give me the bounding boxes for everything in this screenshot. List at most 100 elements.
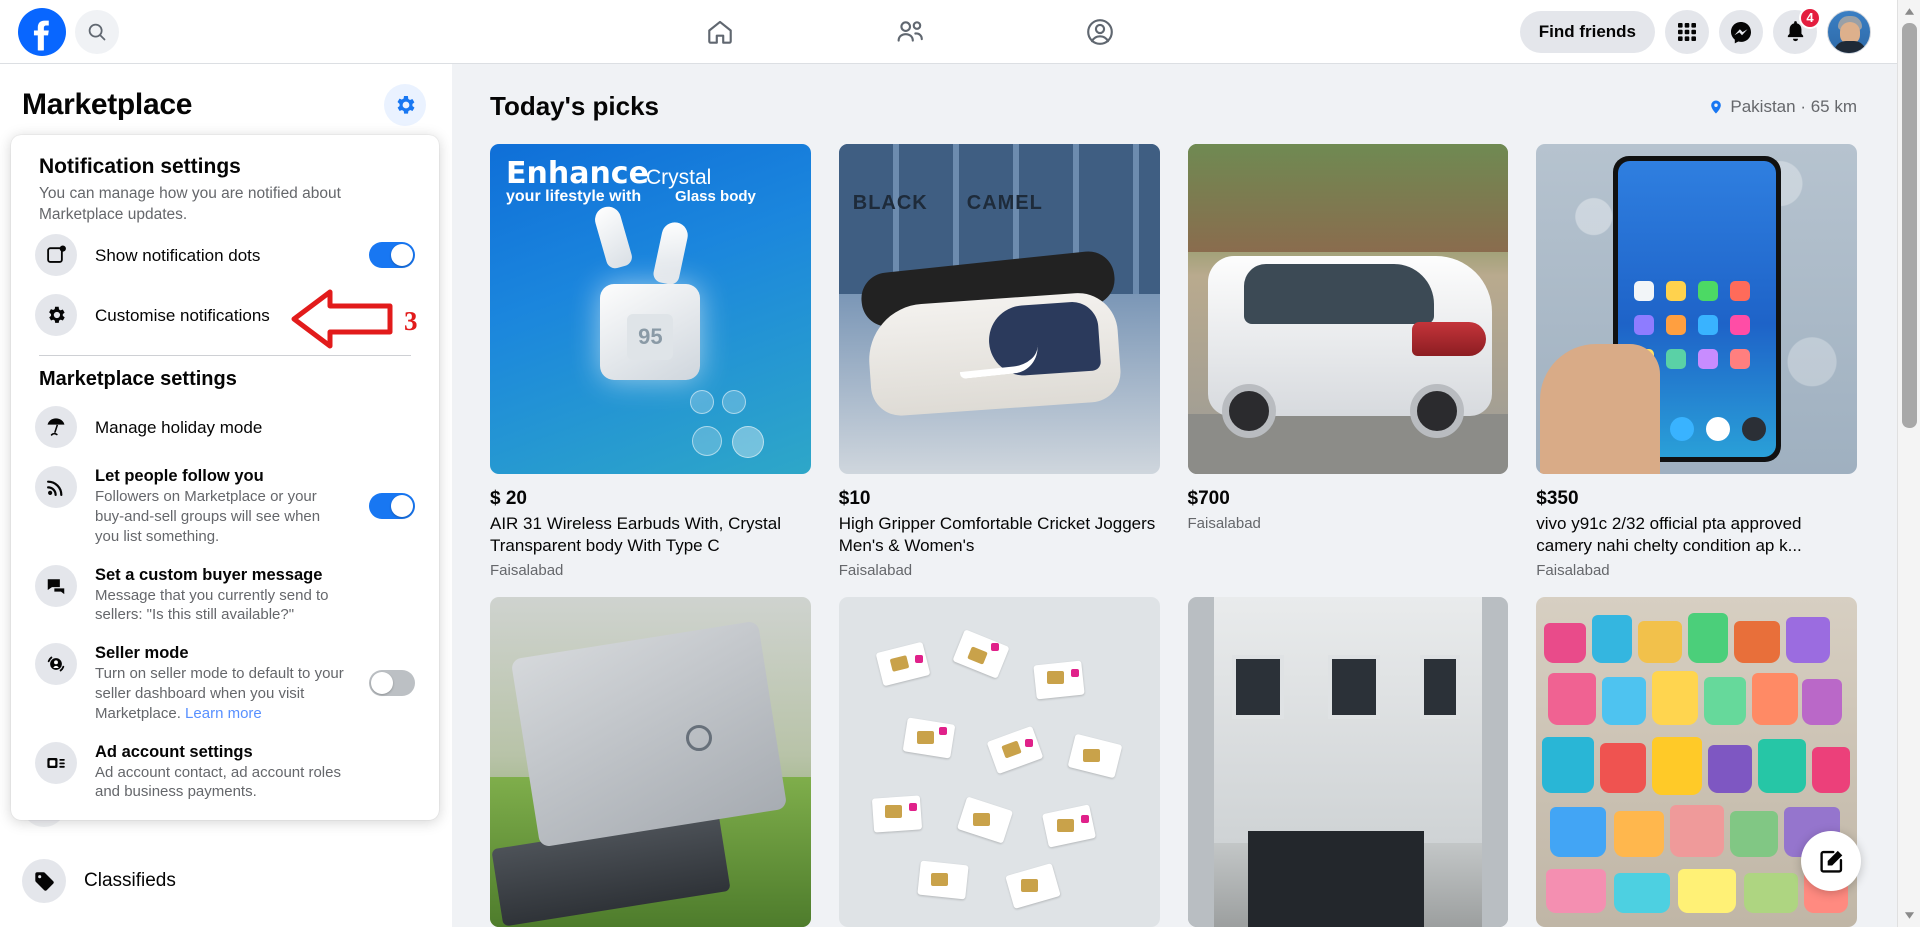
setting-manage-holiday-mode[interactable]: Manage holiday mode	[11, 397, 439, 457]
listing-image[interactable]	[1536, 144, 1857, 474]
location-label: Pakistan · 65 km	[1730, 97, 1857, 116]
marketplace-main-content: Today's picks Pakistan · 65 km Enhance y…	[452, 64, 1897, 927]
listing-image[interactable]: BLACK CAMEL	[838, 144, 1160, 474]
car-taillight	[1412, 322, 1487, 356]
avatar[interactable]	[1827, 9, 1871, 54]
setting-body: Manage holiday mode	[95, 417, 415, 438]
notifications-badge: 4	[1799, 6, 1821, 29]
car-wheel	[1410, 384, 1465, 438]
marketplace-settings-button[interactable]	[384, 84, 426, 126]
listing-location: Faisalabad	[490, 561, 564, 579]
create-new-listing-button[interactable]	[1801, 831, 1861, 891]
setting-body: Show notification dots	[95, 245, 347, 266]
sidebar-item-classifieds[interactable]: Classifieds	[0, 859, 452, 903]
listing-image[interactable]	[838, 596, 1160, 927]
setting-seller-mode[interactable]: Seller mode Turn on seller mode to defau…	[11, 634, 439, 732]
listing-price: $350	[1536, 488, 1579, 509]
image-text-line4: Glass body	[675, 188, 756, 205]
topbar-nav-tabs	[300, 8, 1520, 56]
rss-icon	[35, 466, 77, 509]
learn-more-link[interactable]: Learn more	[185, 705, 262, 722]
setting-ad-account-settings[interactable]: Ad account settings Ad account contact, …	[11, 733, 439, 812]
location-pin-icon	[1711, 100, 1722, 114]
apps-menu-button[interactable]	[1665, 9, 1709, 54]
section-title: Today's picks	[490, 91, 659, 121]
ad-account-icon	[35, 741, 77, 784]
listing-image[interactable]: Enhance your lifestyle with Crystal Glas…	[490, 144, 811, 474]
find-friends-button[interactable]: Find friends	[1519, 10, 1655, 53]
show-notification-dots-toggle[interactable]	[369, 242, 415, 269]
search-icon	[88, 23, 106, 40]
marketplace-header: Marketplace	[0, 64, 452, 138]
listing-card[interactable]: BLACK CAMEL $10 High Gripper Comfortable…	[838, 144, 1160, 579]
notifications-button[interactable]: 4	[1773, 6, 1821, 54]
setting-body: Seller mode Turn on seller mode to defau…	[95, 643, 347, 723]
home-icon	[708, 20, 732, 44]
setting-description: Ad account contact, ad account roles and…	[95, 763, 341, 801]
setting-body: Set a custom buyer message Message that …	[95, 565, 415, 626]
listing-title: vivo y91c 2/32 official pta approved cam…	[1536, 514, 1802, 555]
nav-profile-tab[interactable]	[1064, 8, 1136, 56]
listing-price: $10	[838, 488, 871, 509]
earbud-left	[591, 203, 635, 271]
listing-card[interactable]	[1187, 596, 1509, 927]
location-indicator[interactable]: Pakistan · 65 km	[1708, 97, 1857, 117]
let-people-follow-you-toggle[interactable]	[369, 493, 415, 520]
listing-price: $700	[1187, 488, 1230, 509]
setting-description: Followers on Marketplace or your buy-and…	[95, 488, 321, 545]
nav-home-tab[interactable]	[684, 8, 756, 56]
page-root: Find friends 4 Marketplace Classifieds N…	[0, 0, 1920, 927]
search-button[interactable]	[75, 9, 119, 54]
marketplace-settings-dropdown: Notification settings You can manage how…	[11, 135, 439, 820]
scrollbar-thumb[interactable]	[1902, 23, 1917, 428]
topbar-left-group	[0, 7, 300, 56]
beach-umbrella-icon	[35, 406, 77, 449]
house-window	[1419, 654, 1460, 719]
listing-card[interactable]: $700 Faisalabad	[1187, 144, 1509, 579]
listing-image[interactable]	[490, 596, 811, 927]
listing-card[interactable]: $350 vivo y91c 2/32 official pta approve…	[1536, 144, 1857, 579]
setting-let-people-follow-you[interactable]: Let people follow you Followers on Marke…	[11, 457, 439, 555]
listing-card[interactable]	[838, 596, 1160, 927]
scrollbar-up-button[interactable]	[1898, 0, 1920, 23]
price-tag-icon	[22, 859, 66, 903]
facebook-logo[interactable]	[18, 7, 66, 56]
notification-settings-description: You can manage how you are notified abou…	[39, 185, 341, 223]
car-rear-window	[1243, 264, 1434, 324]
setting-body: Ad account settings Ad account contact, …	[95, 742, 415, 803]
listing-card[interactable]: Enhance your lifestyle with Crystal Glas…	[490, 144, 811, 579]
friends-icon	[897, 20, 923, 42]
laptop-lid	[510, 620, 788, 847]
background-wall	[1187, 144, 1509, 252]
house-window	[1327, 654, 1380, 719]
setting-label: Seller mode	[95, 644, 189, 663]
image-text-right: CAMEL	[966, 192, 1043, 214]
hand-holding-phone	[1540, 344, 1661, 474]
scroll-up-arrow	[1904, 8, 1915, 15]
setting-body: Let people follow you Followers on Marke…	[95, 466, 347, 546]
browser-scrollbar[interactable]	[1897, 0, 1920, 927]
topbar-right-group: Find friends 4	[1519, 6, 1897, 54]
seller-mode-toggle[interactable]	[369, 670, 415, 697]
setting-custom-buyer-message[interactable]: Set a custom buyer message Message that …	[11, 556, 439, 635]
image-text-line2: your lifestyle with	[506, 188, 642, 205]
messenger-button[interactable]	[1719, 9, 1763, 54]
marketplace-settings-heading: Marketplace settings	[39, 368, 237, 391]
listing-image[interactable]	[1187, 596, 1509, 927]
seller-swap-icon	[35, 643, 77, 686]
nav-friends-tab[interactable]	[874, 8, 946, 56]
image-text-left: BLACK	[852, 192, 928, 214]
scrollbar-down-button[interactable]	[1898, 904, 1920, 927]
listing-location: Faisalabad	[1536, 561, 1610, 579]
setting-description: Turn on seller mode to default to your s…	[95, 664, 347, 723]
gear-icon	[397, 96, 415, 114]
listing-location: Faisalabad	[838, 561, 913, 579]
listings-grid: Enhance your lifestyle with Crystal Glas…	[452, 122, 1897, 927]
listing-image[interactable]	[1187, 144, 1509, 474]
setting-description: Message that you currently send to selle…	[95, 586, 329, 624]
listing-location: Faisalabad	[1187, 515, 1261, 532]
setting-show-notification-dots[interactable]: Show notification dots	[11, 225, 439, 285]
chat-bubbles-icon	[35, 564, 77, 607]
listing-card[interactable]	[490, 596, 811, 927]
main-header: Today's picks Pakistan · 65 km	[452, 64, 1897, 122]
